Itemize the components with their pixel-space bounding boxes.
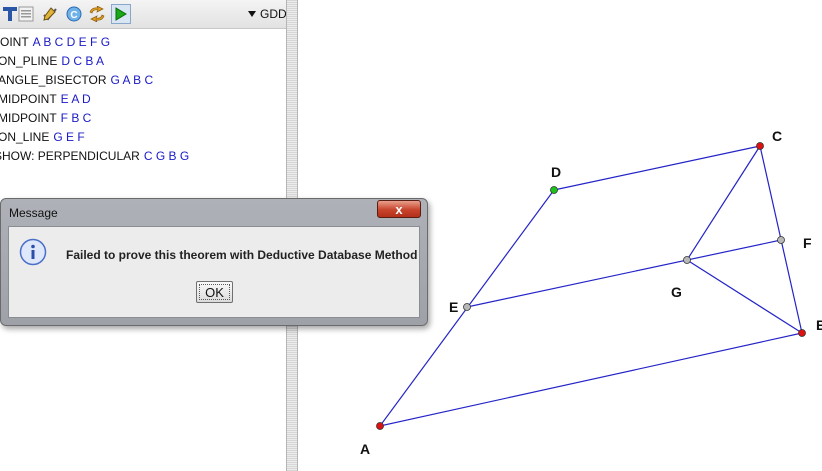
close-button[interactable]: x bbox=[377, 200, 421, 218]
code-line[interactable]: ON_LINE G E F bbox=[0, 128, 285, 147]
toolbar: C GDD bbox=[0, 0, 290, 29]
point-G[interactable] bbox=[683, 256, 691, 264]
run-play-icon[interactable] bbox=[111, 4, 131, 24]
close-icon: x bbox=[395, 201, 403, 217]
svg-text:C: C bbox=[70, 10, 77, 21]
code-line[interactable]: SHOW: PERPENDICULAR C G B G bbox=[0, 147, 285, 166]
point-label-G: G bbox=[671, 284, 682, 300]
method-select[interactable]: GDD bbox=[248, 5, 287, 23]
code-line[interactable]: ON_PLINE D C B A bbox=[0, 52, 285, 71]
dialog-body: Failed to prove this theorem with Deduct… bbox=[8, 226, 420, 318]
caret-down-icon bbox=[248, 11, 256, 17]
point-E[interactable] bbox=[463, 303, 471, 311]
segment-CG[interactable] bbox=[686, 145, 761, 261]
point-label-E: E bbox=[449, 299, 458, 315]
point-label-F: F bbox=[803, 235, 812, 251]
method-select-value: GDD bbox=[260, 7, 287, 21]
point-C[interactable] bbox=[756, 142, 764, 150]
message-dialog: Message x Failed to prove this theorem w… bbox=[0, 198, 428, 326]
dialog-message: Failed to prove this theorem with Deduct… bbox=[66, 248, 418, 262]
point-D[interactable] bbox=[550, 186, 558, 194]
point-label-D: D bbox=[551, 164, 561, 180]
point-label-B: B bbox=[816, 317, 822, 333]
list-icon[interactable] bbox=[16, 4, 36, 24]
segment-AB[interactable] bbox=[379, 332, 803, 427]
point-F[interactable] bbox=[777, 236, 785, 244]
ok-button[interactable]: OK bbox=[196, 281, 233, 303]
segment-EF[interactable] bbox=[466, 239, 782, 308]
pen-check-icon[interactable] bbox=[40, 4, 60, 24]
point-B[interactable] bbox=[798, 329, 806, 337]
code-line[interactable]: POINTA B C D E F G bbox=[0, 33, 285, 52]
point-A[interactable] bbox=[376, 422, 384, 430]
refresh-icon[interactable] bbox=[87, 4, 107, 24]
code-line[interactable]: ANGLE_BISECTOR G A B C bbox=[0, 71, 285, 90]
code-line[interactable]: MIDPOINT E A D bbox=[0, 90, 285, 109]
dialog-title: Message bbox=[9, 206, 58, 220]
info-icon bbox=[19, 238, 47, 266]
segment-DC[interactable] bbox=[553, 145, 761, 191]
construction-statements: POINTA B C D E F G ON_PLINED C B A ANGLE… bbox=[0, 33, 285, 166]
code-line[interactable]: MIDPOINT F B C bbox=[0, 109, 285, 128]
point-label-A: A bbox=[360, 441, 370, 457]
segment-GB[interactable] bbox=[686, 259, 803, 334]
copyright-c-icon[interactable]: C bbox=[64, 4, 84, 24]
point-label-C: C bbox=[772, 128, 782, 144]
